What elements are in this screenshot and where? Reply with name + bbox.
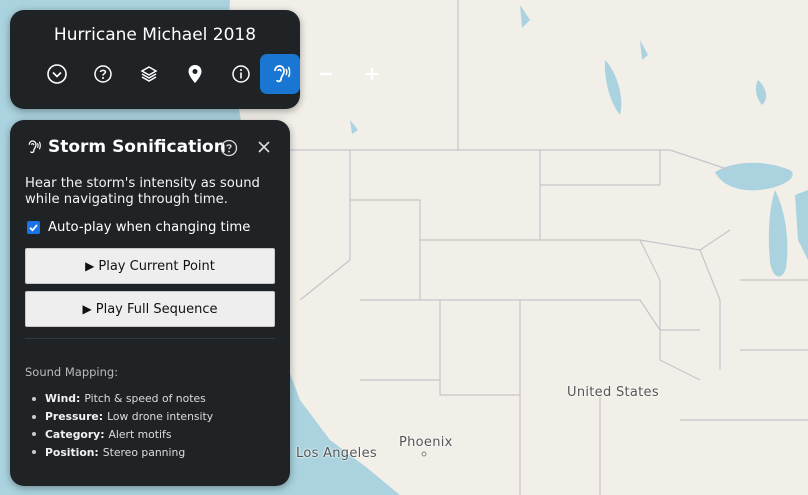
play-sequence-label: Play Full Sequence [95,301,218,317]
list-item: Position: Stereo panning [32,443,213,461]
help-button[interactable] [83,54,123,94]
play-current-point-button[interactable]: ▶ Play Current Point [25,248,275,284]
mapping-value: Stereo panning [102,445,186,459]
collapse-button[interactable] [37,54,77,94]
mapping-key: Category: [45,427,105,441]
panel-help-button[interactable] [220,139,238,157]
sonification-panel: Storm Sonification Hear the storm's inte… [10,120,290,486]
mapping-value: Pitch & speed of notes [84,392,206,406]
play-full-sequence-button[interactable]: ▶ Play Full Sequence [25,291,275,327]
location-pin-icon [188,65,202,83]
map-label-los-angeles: Los Angeles [296,446,377,461]
close-icon [258,141,270,153]
panel-header: Storm Sonification [24,137,226,157]
info-button[interactable] [221,54,261,94]
panel-close-button[interactable] [255,139,273,157]
info-icon [232,65,250,83]
map-label-phoenix: Phoenix [399,435,453,450]
layers-button[interactable] [129,54,169,94]
map-label-united-states: United States [567,385,659,400]
map-toolbar: Hurricane Michael 2018 [10,10,378,109]
autoplay-option[interactable]: Auto-play when changing time [27,220,250,235]
location-button[interactable] [175,54,215,94]
sonification-button[interactable] [260,54,300,94]
divider [25,338,275,339]
sound-mapping-title: Sound Mapping: [25,365,119,379]
panel-description: Hear the storm's intensity as sound whil… [25,176,260,207]
checkmark-icon [29,224,38,232]
layers-icon [140,66,158,82]
zoom-out-icon [320,72,332,76]
zoom-in-icon [366,68,378,80]
autoplay-checkbox[interactable] [27,221,40,234]
autoplay-label: Auto-play when changing time [48,220,251,235]
play-current-label: Play Current Point [98,258,215,274]
panel-title: Storm Sonification [48,137,226,157]
hearing-icon [274,65,291,83]
play-icon: ▶ [82,302,92,316]
list-item: Category: Alert motifs [32,426,213,444]
mapping-value: Low drone intensity [107,410,214,424]
storm-title: Hurricane Michael 2018 [53,25,257,45]
zoom-in-button[interactable] [352,54,392,94]
help-circle-icon [220,139,238,157]
mapping-key: Wind: [45,392,81,406]
mapping-key: Position: [45,445,99,459]
mapping-value: Alert motifs [108,427,172,441]
help-circle-icon [94,65,112,83]
chevron-down-circle-icon [47,64,67,84]
zoom-out-button[interactable] [306,54,346,94]
list-item: Pressure: Low drone intensity [32,408,213,426]
sound-mapping-list: Wind: Pitch & speed of notes Pressure: Low… [32,390,213,461]
play-icon: ▶ [85,259,95,273]
mapping-key: Pressure: [45,410,104,424]
hearing-icon [28,140,41,154]
list-item: Wind: Pitch & speed of notes [32,390,213,408]
